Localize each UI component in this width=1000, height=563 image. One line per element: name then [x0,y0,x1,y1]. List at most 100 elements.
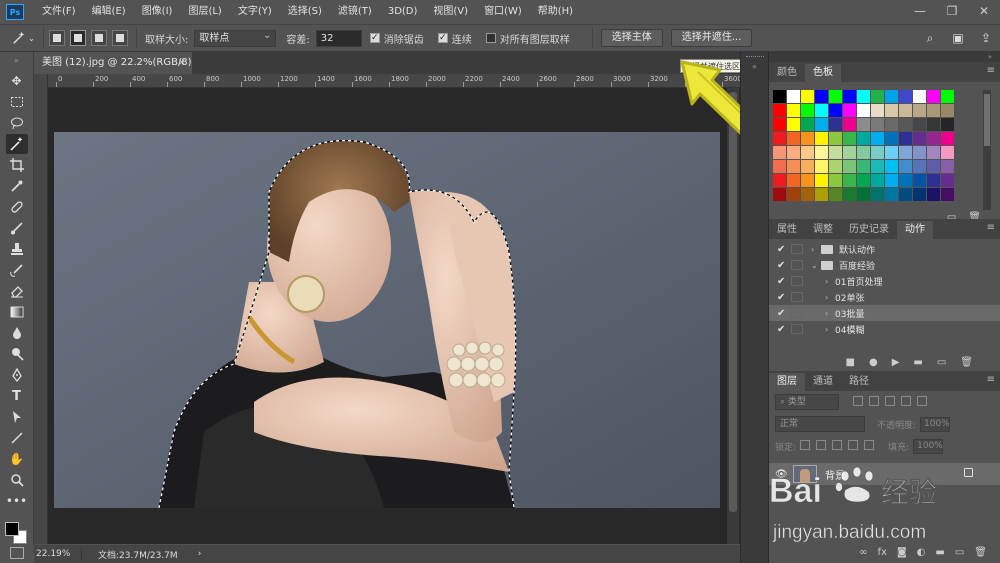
eyedropper-tool-icon[interactable] [6,176,28,196]
color-swatch[interactable] [801,132,814,145]
color-swatch[interactable] [913,132,926,145]
color-swatch[interactable] [787,132,800,145]
color-swatch[interactable] [787,118,800,131]
color-swatch[interactable] [941,90,954,103]
color-swatch[interactable] [857,118,870,131]
scrollbar-thumb[interactable] [729,92,737,512]
color-swatch[interactable] [843,132,856,145]
color-swatch[interactable] [815,132,828,145]
restore-icon[interactable]: ❐ [936,0,968,24]
color-swatch[interactable] [815,188,828,201]
color-swatch[interactable] [941,118,954,131]
color-swatch[interactable] [927,90,940,103]
dodge-tool-icon[interactable] [6,344,28,364]
color-swatch[interactable] [927,132,940,145]
opacity-input[interactable]: 100% [920,416,951,432]
color-swatch[interactable] [773,90,786,103]
color-swatch[interactable] [815,160,828,173]
menu-file[interactable]: 文件(F) [34,0,84,24]
type-tool-icon[interactable]: T [6,386,28,406]
color-swatch[interactable] [885,118,898,131]
color-swatch[interactable] [885,132,898,145]
rectangular-marquee-icon[interactable] [6,92,28,112]
grip-icon[interactable] [745,56,764,58]
checkmark-icon[interactable]: ✔ [777,308,791,319]
color-swatch[interactable] [941,132,954,145]
color-swatch[interactable] [829,146,842,159]
color-swatches[interactable] [2,519,32,549]
intersect-selection-button[interactable] [112,30,128,46]
panel-menu-icon[interactable]: ≡ [987,222,995,233]
color-swatch[interactable] [927,104,940,117]
tab-paths[interactable]: 路径 [841,373,877,391]
brush-tool-icon[interactable] [6,218,28,238]
color-swatch[interactable] [857,174,870,187]
menu-window[interactable]: 窗口(W) [476,0,530,24]
color-swatch[interactable] [829,90,842,103]
tab-actions[interactable]: 动作 [897,221,933,239]
color-swatch[interactable] [913,90,926,103]
chevron-right-icon[interactable]: › [811,245,821,254]
delete-layer-icon[interactable]: 🗑 [974,547,987,558]
expand-panels-icon[interactable]: « [741,62,768,71]
sample-all-layers-checkbox[interactable]: 对所有图层取样 [485,31,576,46]
color-swatch[interactable] [829,104,842,117]
tolerance-input[interactable]: 32 [315,29,362,47]
add-mask-icon[interactable]: ◙ [897,547,907,558]
color-swatch[interactable] [927,174,940,187]
tab-properties[interactable]: 属性 [769,221,805,239]
color-swatch[interactable] [899,132,912,145]
menu-edit[interactable]: 编辑(E) [84,0,134,24]
lasso-tool-icon[interactable] [6,113,28,133]
vertical-scrollbar[interactable] [727,88,739,544]
color-swatch[interactable] [801,174,814,187]
toolbar-collapse-icon[interactable]: » [0,52,33,70]
new-set-icon[interactable]: ▬ [913,357,922,368]
clone-stamp-icon[interactable] [6,239,28,259]
panel-menu-icon[interactable]: ≡ [987,374,995,385]
dialog-toggle-icon[interactable] [791,276,803,286]
color-swatch[interactable] [941,146,954,159]
checkmark-icon[interactable]: ✔ [777,324,791,335]
color-swatch[interactable] [801,188,814,201]
collapse-dock-icon[interactable]: » [769,52,1000,62]
swatches-scrollbar[interactable] [983,90,991,210]
color-swatch[interactable] [773,188,786,201]
minimize-icon[interactable]: — [904,0,936,24]
select-subject-button[interactable]: 选择主体 [600,29,663,47]
color-swatch[interactable] [801,146,814,159]
fill-input[interactable]: 100% [913,438,944,454]
color-swatch[interactable] [857,160,870,173]
dialog-toggle-icon[interactable] [791,244,803,254]
chevron-down-icon[interactable]: ⌄ [811,261,821,270]
color-swatch[interactable] [927,160,940,173]
color-swatch[interactable] [843,146,856,159]
blend-mode-dropdown[interactable]: 正常 [775,416,865,432]
action-item-01[interactable]: ✔ › 01首页处理 [769,273,1000,289]
color-swatch[interactable] [787,160,800,173]
menu-3d[interactable]: 3D(D) [380,0,426,24]
color-swatch[interactable] [913,188,926,201]
delete-action-icon[interactable]: 🗑 [960,357,973,368]
color-swatch[interactable] [787,104,800,117]
color-swatch[interactable] [829,160,842,173]
layer-kind-filter[interactable]: ⌕ 类型 [775,394,839,410]
action-item-04[interactable]: ✔ › 04模糊 [769,321,1000,337]
gradient-tool-icon[interactable] [6,302,28,322]
zoom-tool-icon[interactable] [6,470,28,490]
color-swatch[interactable] [927,188,940,201]
move-tool-icon[interactable]: ✥ [6,71,28,91]
antialias-checkbox[interactable]: ✓ 消除锯齿 [369,31,430,46]
color-swatch[interactable] [773,160,786,173]
color-swatch[interactable] [871,90,884,103]
new-action-icon[interactable]: ▭ [937,357,946,368]
status-menu-arrow-icon[interactable]: › [198,549,202,559]
tab-layers[interactable]: 图层 [769,373,805,391]
color-swatch[interactable] [815,90,828,103]
color-swatch[interactable] [801,90,814,103]
color-swatch[interactable] [913,104,926,117]
menu-image[interactable]: 图像(I) [134,0,181,24]
eye-icon[interactable]: 👁 [775,469,793,480]
chevron-right-icon[interactable]: › [825,277,835,286]
color-swatch[interactable] [815,104,828,117]
